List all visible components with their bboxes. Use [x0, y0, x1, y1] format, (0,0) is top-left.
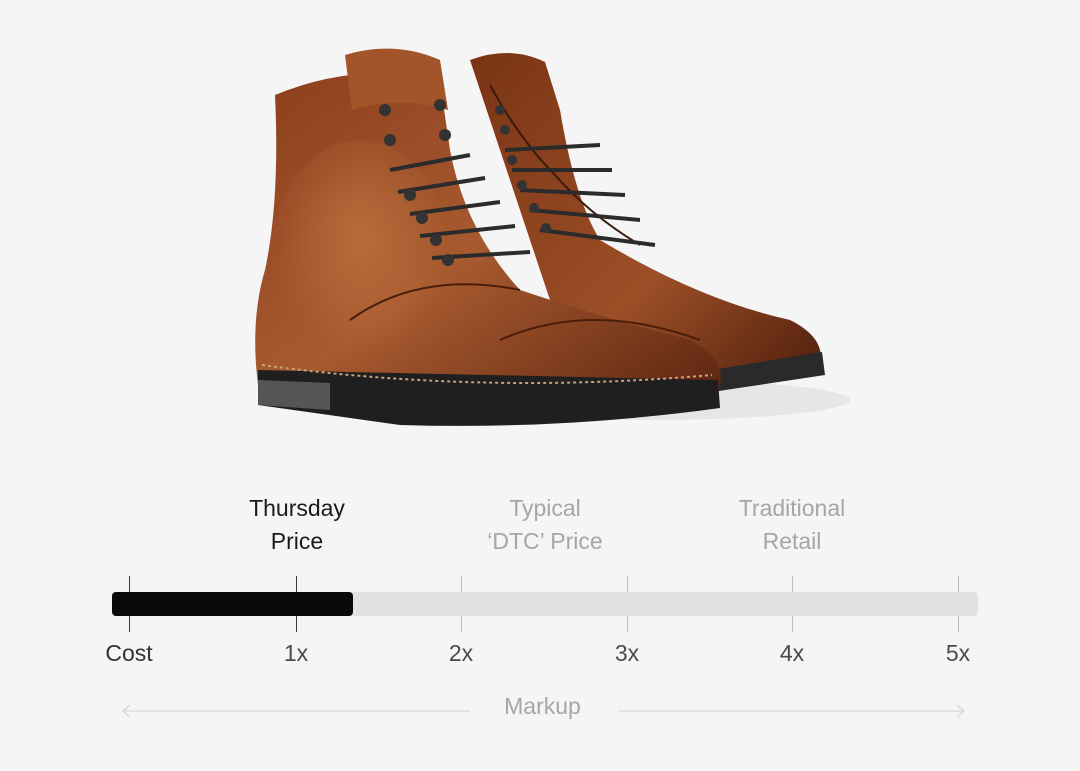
- axis-label-5x: 5x: [945, 640, 971, 666]
- traditional-retail-line1: Traditional: [738, 495, 846, 521]
- axis-label-1x: 1x: [283, 640, 309, 666]
- traditional-retail-line2: Retail: [762, 528, 822, 554]
- dtc-price-line2: ‘DTC’ Price: [487, 528, 603, 554]
- thursday-price-line1: Thursday: [249, 495, 345, 521]
- markup-bar-track: [112, 592, 978, 616]
- axis-label-4x: 4x: [779, 640, 805, 666]
- traditional-retail-label: Traditional Retail: [682, 492, 902, 558]
- thursday-markup-fill: [112, 592, 353, 616]
- thursday-price-label: Thursday Price: [187, 492, 407, 558]
- thursday-price-line2: Price: [270, 528, 324, 554]
- axis-label-2x: 2x: [448, 640, 474, 666]
- right-arrow-icon: [619, 704, 965, 718]
- boots-image: [255, 48, 850, 426]
- dtc-price-line1: Typical: [509, 495, 581, 521]
- axis-label-3x: 3x: [614, 640, 640, 666]
- dtc-price-label: Typical ‘DTC’ Price: [435, 492, 655, 558]
- axis-label-cost: Cost: [105, 640, 153, 666]
